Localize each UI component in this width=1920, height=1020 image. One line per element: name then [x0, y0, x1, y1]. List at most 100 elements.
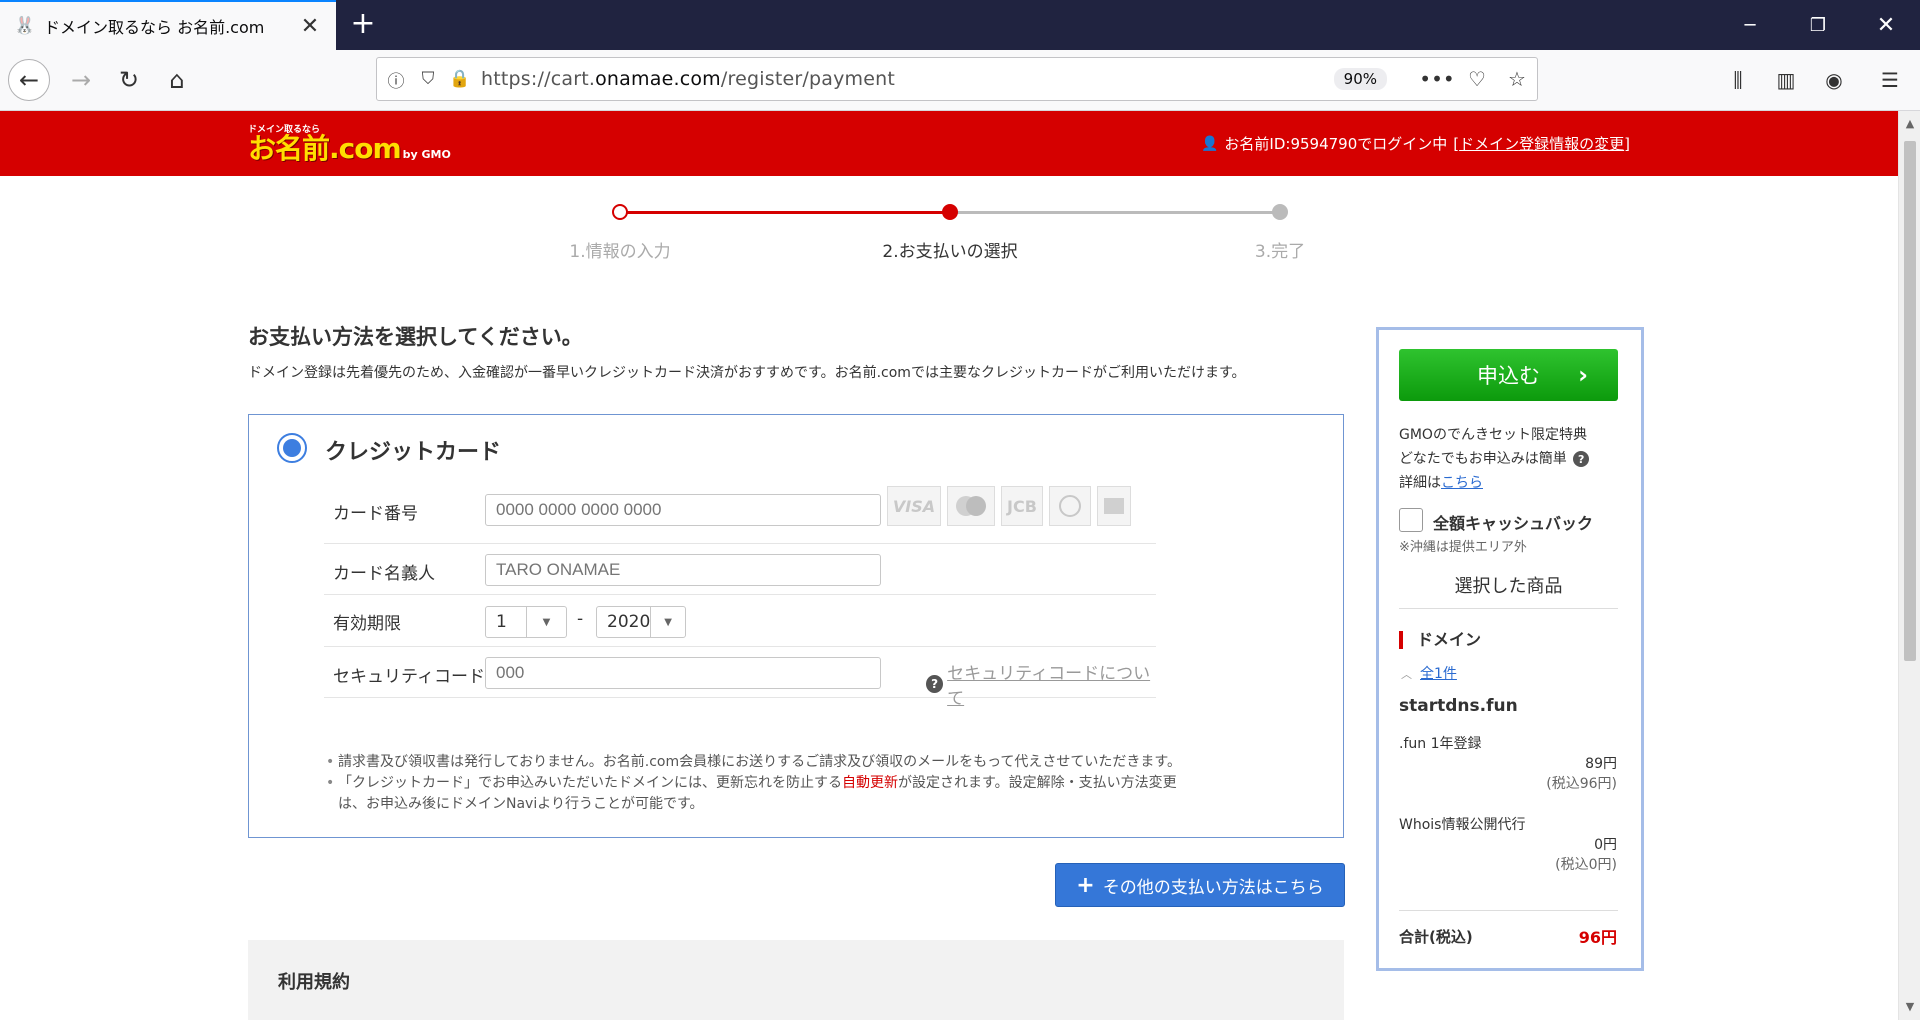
page-description: ドメイン登録は先着優先のため、入金確認が一番早いクレジットカード決済がおすすめで… [248, 365, 1246, 381]
other-payment-label: その他の支払い方法はこちら [1102, 877, 1324, 898]
restore-button[interactable]: ❐ [1784, 0, 1852, 50]
chevron-down-icon: ▼ [650, 607, 685, 637]
url-prefix: https://cart. [481, 68, 596, 90]
card-holder-input[interactable] [485, 554, 881, 586]
credit-card-radio[interactable] [277, 433, 307, 463]
item-count-link[interactable]: 全1件 [1420, 666, 1457, 682]
expiry-year-value: 2020 [607, 612, 651, 632]
credit-card-panel: クレジットカード カード番号 VISA JCB カード名義人 有効期限 1 ▼ … [248, 414, 1344, 838]
item-tax-price: (税込96円) [1546, 776, 1617, 792]
page-scrollbar[interactable]: ▲ ▼ [1898, 111, 1920, 1020]
payment-notes: 請求書及び領収書は発行しておりません。お名前.com会員様にお送りするご請求及び… [326, 752, 1226, 815]
browser-navbar: ← → ↻ ⌂ ⓘ ⛉ 🔒 https://cart.onamae.com/re… [0, 50, 1920, 111]
chevron-down-icon: ▼ [526, 607, 566, 637]
step-dot-1 [612, 204, 628, 220]
note-item: 請求書及び領収書は発行しておりません。お名前.com会員様にお送りするご請求及び… [326, 752, 1226, 773]
site-logo[interactable]: ドメイン取るなら お名前.com by GMO [248, 122, 451, 163]
bracket-close: ] [1624, 134, 1630, 153]
card-number-row: カード番号 VISA JCB [324, 478, 1156, 544]
lock-icon[interactable]: 🔒 [447, 69, 473, 89]
change-registration-link[interactable]: ドメイン登録情報の変更 [1459, 133, 1624, 154]
visa-logo: VISA [887, 486, 941, 526]
expiry-month-select[interactable]: 1 ▼ [485, 606, 567, 638]
note2-text-c: は、お申込み後にドメインNaviより行うことが可能です。 [338, 796, 704, 812]
question-icon[interactable]: ? [1573, 451, 1590, 467]
browser-tab[interactable]: 🐰 ドメイン取るなら お名前.com ✕ [0, 0, 336, 50]
url-text[interactable]: https://cart.onamae.com/register/payment [481, 68, 1334, 90]
card-brand-logos: VISA JCB [887, 486, 1131, 526]
item-count-toggle[interactable]: ︿ 全1件 [1401, 663, 1457, 683]
other-payment-button[interactable]: + その他の支払い方法はこちら [1055, 863, 1345, 907]
logo-text: お名前.com [248, 132, 402, 165]
account-icon[interactable]: ◉ [1814, 62, 1854, 98]
library-icon[interactable]: ⫼ [1718, 62, 1758, 98]
scroll-up-icon[interactable]: ▲ [1899, 113, 1920, 135]
page-title: お支払い方法を選択してください。 [248, 325, 583, 349]
cashback-label[interactable]: 全額キャッシュバック [1433, 510, 1593, 534]
user-icon: 👤 [1200, 135, 1219, 152]
mastercard-logo [947, 486, 995, 526]
back-button[interactable]: ← [8, 59, 50, 101]
total-divider [1399, 910, 1618, 911]
total-value: 96円 [1578, 928, 1617, 947]
amex-logo [1097, 486, 1131, 526]
credit-card-title: クレジットカード [325, 440, 502, 465]
radio-dot [283, 439, 301, 457]
expiry-row: 有効期限 1 ▼ - 2020 ▼ [324, 596, 1156, 647]
item-name: Whois情報公開代行 [1399, 817, 1526, 833]
question-icon: ? [926, 675, 944, 693]
item-price: 0円 [1594, 837, 1617, 853]
bookmark-star-icon[interactable]: ☆ [1497, 67, 1537, 91]
promo-line-3: 詳細はこちら [1399, 472, 1483, 492]
security-code-help-link[interactable]: セキュリティコードについて [947, 659, 1156, 709]
url-bar[interactable]: ⓘ ⛉ 🔒 https://cart.onamae.com/register/p… [376, 57, 1538, 101]
more-actions-icon[interactable]: ••• [1417, 67, 1457, 91]
chevron-right-icon: › [1578, 361, 1588, 389]
promo-line-2: どなたでもお申込みは簡単 ? [1399, 448, 1590, 468]
security-code-input[interactable] [485, 657, 881, 689]
tab-close-icon[interactable]: ✕ [298, 14, 322, 39]
shield-icon[interactable]: ⛉ [415, 69, 441, 89]
card-holder-row: カード名義人 [324, 545, 1156, 595]
menu-icon[interactable]: ☰ [1870, 62, 1910, 98]
order-sidebar: 申込む › GMOのでんきセット限定特典 どなたでもお申込みは簡単 ? 詳細はこ… [1376, 327, 1644, 971]
cashback-note: ※沖縄は提供エリア外 [1399, 540, 1527, 555]
card-number-input[interactable] [485, 494, 881, 526]
item-name: .fun 1年登録 [1399, 736, 1482, 752]
zoom-indicator[interactable]: 90% [1333, 68, 1387, 90]
promo-line-1: GMOのでんきセット限定特典 [1399, 427, 1587, 443]
security-code-label: セキュリティコード [333, 667, 485, 687]
step-label-3: 3.完了 [1254, 242, 1306, 262]
home-button[interactable]: ⌂ [156, 59, 198, 101]
sidebar-toggle-icon[interactable]: ▥ [1766, 62, 1806, 98]
security-code-help: ? セキュリティコードについて [926, 659, 1156, 709]
forward-button[interactable]: → [60, 59, 102, 101]
promo-details-link[interactable]: こちら [1441, 475, 1483, 491]
url-path: /register/payment [720, 68, 896, 90]
note2-text-a: 「クレジットカード」でお申込みいただいたドメインには、更新忘れを防止する [338, 775, 842, 791]
promo-line-2-text: どなたでもお申込みは簡単 [1399, 451, 1567, 467]
promo-details-text: 詳細は [1399, 475, 1441, 491]
minimize-button[interactable]: ─ [1716, 0, 1784, 50]
scrollbar-thumb[interactable] [1904, 141, 1916, 661]
cashback-checkbox[interactable] [1399, 508, 1423, 532]
card-holder-label: カード名義人 [333, 564, 435, 584]
jcb-logo: JCB [1001, 486, 1043, 526]
auto-renew-text: 自動更新 [842, 775, 898, 791]
new-tab-button[interactable]: + [346, 8, 380, 42]
chevron-up-icon: ︿ [1401, 668, 1412, 681]
login-info: 👤 お名前ID:9594790でログイン中 [ドメイン登録情報の変更] [1201, 133, 1630, 154]
progress-steps: 1.情報の入力 2.お支払いの選択 3.完了 [0, 201, 1898, 281]
pocket-icon[interactable]: ♡ [1457, 67, 1497, 91]
step-label-1: 1.情報の入力 [569, 242, 671, 262]
reload-button[interactable]: ↻ [108, 59, 150, 101]
url-domain: onamae.com [595, 68, 721, 90]
item-tax-price: (税込0円) [1555, 857, 1617, 873]
expiry-year-select[interactable]: 2020 ▼ [596, 606, 686, 638]
apply-button[interactable]: 申込む › [1399, 349, 1618, 401]
step-dot-2 [942, 204, 958, 220]
info-icon[interactable]: ⓘ [383, 67, 409, 92]
close-window-button[interactable]: ✕ [1852, 0, 1920, 50]
scroll-down-icon[interactable]: ▼ [1899, 996, 1920, 1018]
login-status: お名前ID:9594790でログイン中 [1224, 135, 1448, 153]
